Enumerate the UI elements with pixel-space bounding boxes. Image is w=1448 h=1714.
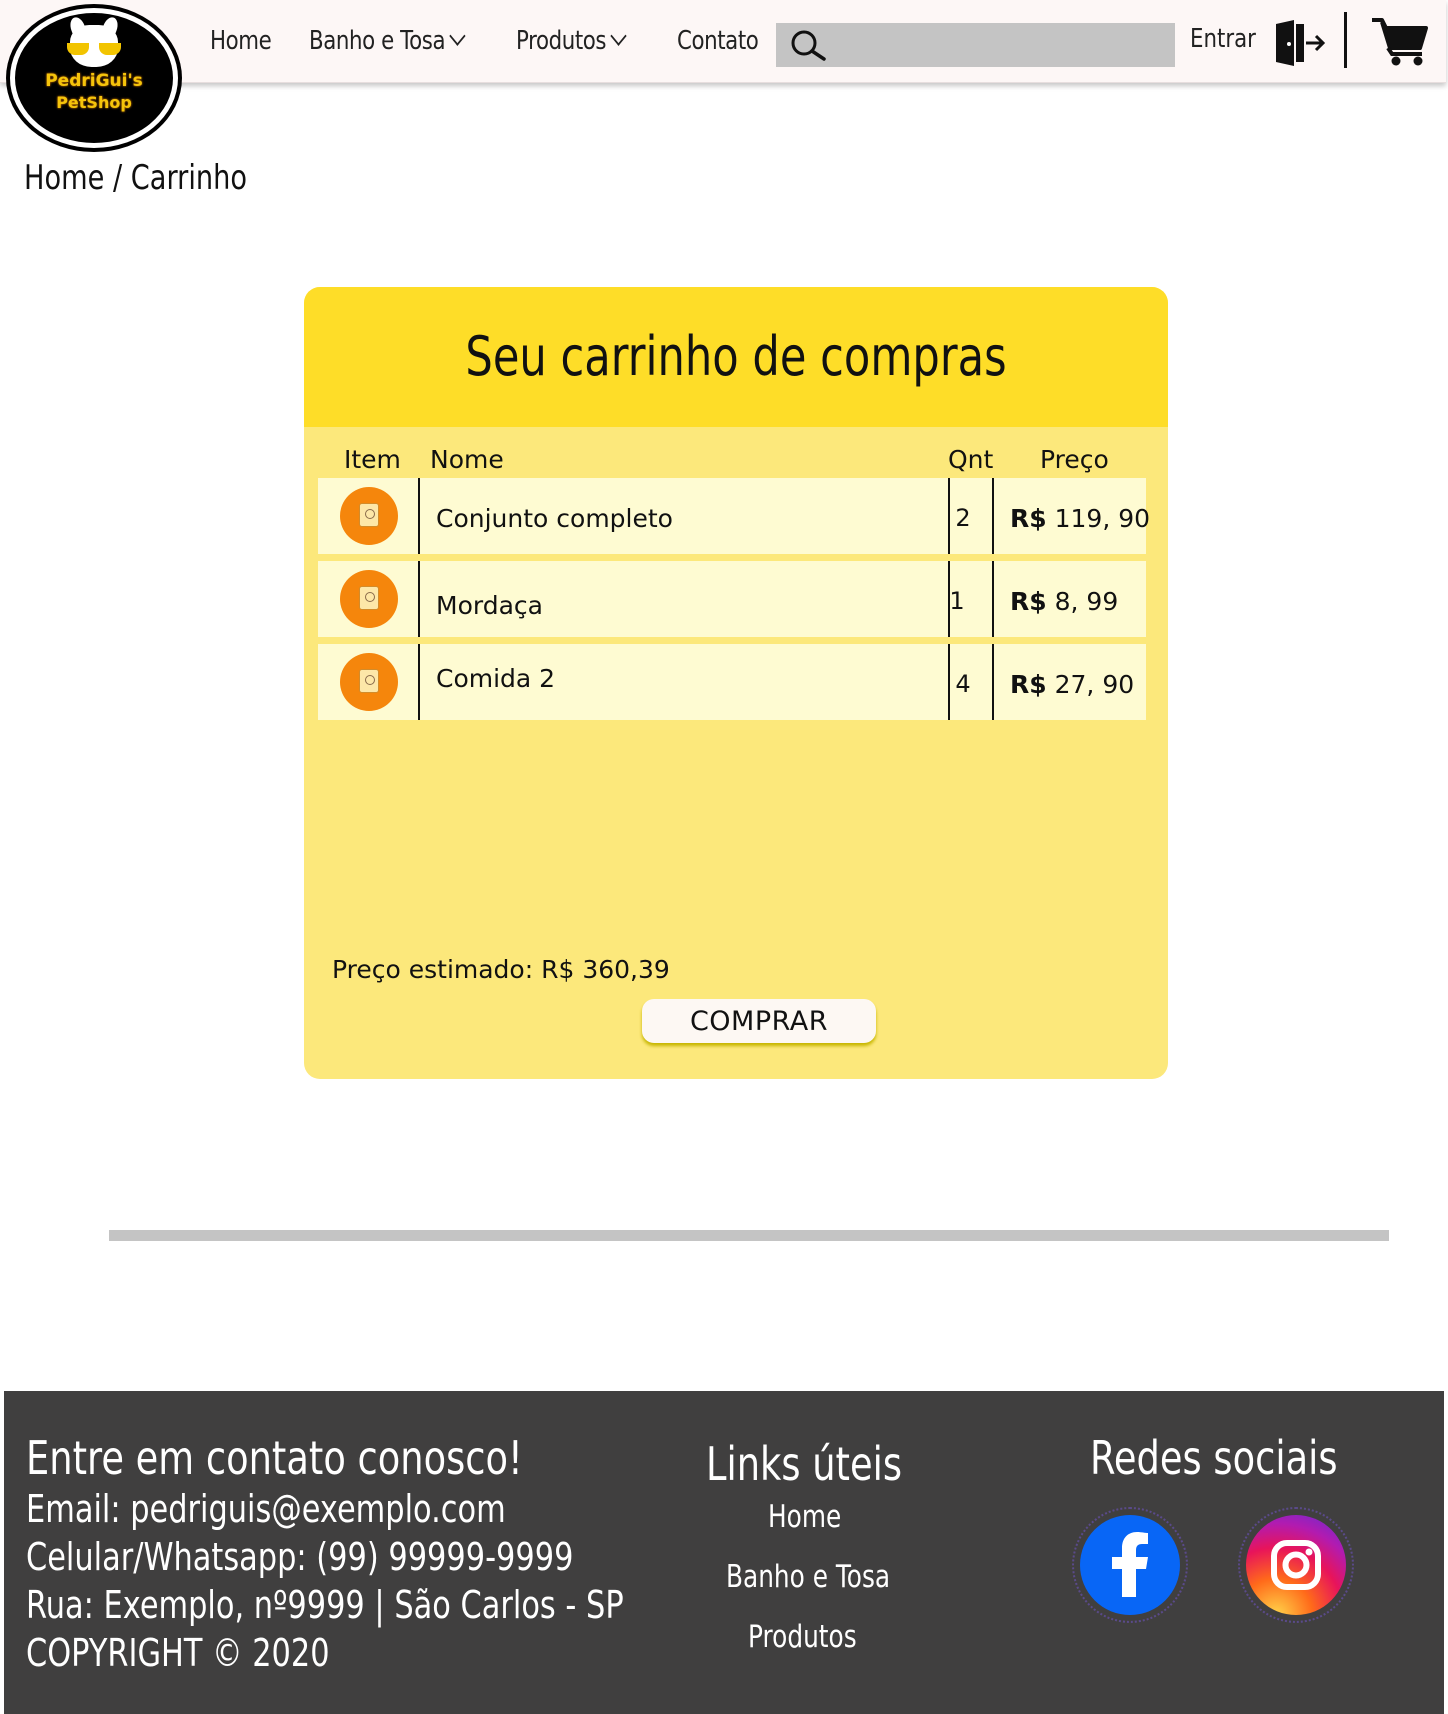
footer-phone: Celular/Whatsapp: (99) 99999-9999 bbox=[26, 1535, 574, 1579]
cart-item-qty: 2 bbox=[955, 504, 971, 532]
footer-copyright: COPYRIGHT © 2020 bbox=[26, 1631, 330, 1675]
login-link[interactable]: Entrar bbox=[1190, 24, 1256, 54]
cart-item-qty: 1 bbox=[949, 587, 965, 615]
cart-item-name: Comida 2 bbox=[436, 664, 556, 693]
column-divider bbox=[418, 644, 420, 720]
cart-item-qty: 4 bbox=[955, 670, 971, 698]
price-value: 27, 90 bbox=[1054, 670, 1135, 699]
column-divider bbox=[418, 478, 420, 554]
footer-link-home[interactable]: Home bbox=[768, 1499, 841, 1535]
column-divider bbox=[992, 561, 994, 637]
estimated-total: Preço estimado: R$ 360,39 bbox=[332, 955, 670, 984]
cart-title: Seu carrinho de compras bbox=[465, 325, 1007, 388]
col-header-qnt: Qnt bbox=[948, 445, 994, 474]
cart-item-name: Conjunto completo bbox=[436, 504, 673, 533]
cart-row[interactable]: Comida 2 4 R$ 27, 90 bbox=[318, 644, 1146, 720]
col-header-preco: Preço bbox=[1040, 445, 1109, 474]
facebook-link[interactable] bbox=[1072, 1507, 1188, 1623]
buy-button[interactable]: COMPRAR bbox=[642, 999, 876, 1043]
top-navbar: Home Banho e Tosa Produtos Contato Entra… bbox=[0, 0, 1446, 83]
navbar-divider bbox=[1344, 12, 1347, 68]
petshop-logo[interactable]: PedriGui's PetShop bbox=[10, 8, 178, 148]
footer-link-banho-tosa[interactable]: Banho e Tosa bbox=[726, 1559, 890, 1595]
instagram-icon bbox=[1246, 1515, 1346, 1615]
currency-symbol: R$ bbox=[1010, 587, 1047, 616]
nav-banho-tosa-dropdown[interactable]: Banho e Tosa bbox=[309, 26, 466, 56]
column-divider bbox=[418, 561, 420, 637]
breadcrumb: Home / Carrinho bbox=[24, 158, 248, 198]
cart-card-header: Seu carrinho de compras bbox=[304, 287, 1168, 427]
facebook-icon bbox=[1080, 1515, 1180, 1615]
footer-links-title: Links úteis bbox=[706, 1437, 903, 1491]
footer-social-title: Redes sociais bbox=[1090, 1431, 1338, 1485]
logo-text-line1: PedriGui's bbox=[45, 71, 143, 91]
nav-contato-link[interactable]: Contato bbox=[677, 26, 759, 56]
footer-link-produtos[interactable]: Produtos bbox=[748, 1619, 857, 1655]
price-value: 119, 90 bbox=[1054, 504, 1151, 533]
product-thumbnail bbox=[340, 570, 398, 628]
footer-contact-title: Entre em contato conosco! bbox=[26, 1431, 523, 1485]
search-icon[interactable] bbox=[788, 28, 828, 62]
currency-symbol: R$ bbox=[1010, 670, 1047, 699]
footer: Entre em contato conosco! Email: pedrigu… bbox=[4, 1391, 1444, 1714]
nav-produtos-dropdown[interactable]: Produtos bbox=[516, 26, 627, 56]
footer-email: Email: pedriguis@exemplo.com bbox=[26, 1487, 506, 1531]
total-value: R$ 360,39 bbox=[541, 955, 670, 984]
col-header-nome: Nome bbox=[430, 445, 504, 474]
nav-banho-tosa-label: Banho e Tosa bbox=[309, 26, 446, 56]
cart-row[interactable]: Conjunto completo 2 R$ 119, 90 bbox=[318, 478, 1150, 554]
product-thumbnail bbox=[340, 653, 398, 711]
search-input[interactable] bbox=[776, 23, 1175, 67]
cart-item-name: Mordaça bbox=[436, 591, 543, 620]
logo-text-line2: PetShop bbox=[56, 93, 132, 112]
cart-item-price: R$ 8, 99 bbox=[1010, 587, 1118, 616]
cart-item-price: R$ 119, 90 bbox=[1010, 504, 1150, 533]
chevron-down-icon bbox=[449, 26, 466, 46]
instagram-link[interactable] bbox=[1238, 1507, 1354, 1623]
logo-sunglasses bbox=[67, 43, 121, 55]
column-divider bbox=[992, 644, 994, 720]
col-header-item: Item bbox=[344, 445, 401, 474]
total-label: Preço estimado: bbox=[332, 955, 534, 984]
column-divider bbox=[992, 478, 994, 554]
door-exit-icon[interactable] bbox=[1272, 18, 1326, 68]
footer-address: Rua: Exemplo, nº9999 | São Carlos - SP bbox=[26, 1583, 624, 1627]
shopping-cart-icon[interactable] bbox=[1370, 16, 1428, 66]
product-thumbnail bbox=[340, 487, 398, 545]
price-value: 8, 99 bbox=[1054, 587, 1119, 616]
section-divider bbox=[109, 1230, 1389, 1241]
cart-item-price: R$ 27, 90 bbox=[1010, 670, 1134, 699]
chevron-down-icon bbox=[610, 26, 627, 46]
currency-symbol: R$ bbox=[1010, 504, 1047, 533]
nav-home-link[interactable]: Home bbox=[210, 26, 272, 56]
nav-produtos-label: Produtos bbox=[516, 26, 607, 56]
cart-card: Seu carrinho de compras Item Nome Qnt Pr… bbox=[304, 287, 1168, 1079]
cart-row[interactable]: Mordaça 1 R$ 8, 99 bbox=[318, 561, 1146, 637]
